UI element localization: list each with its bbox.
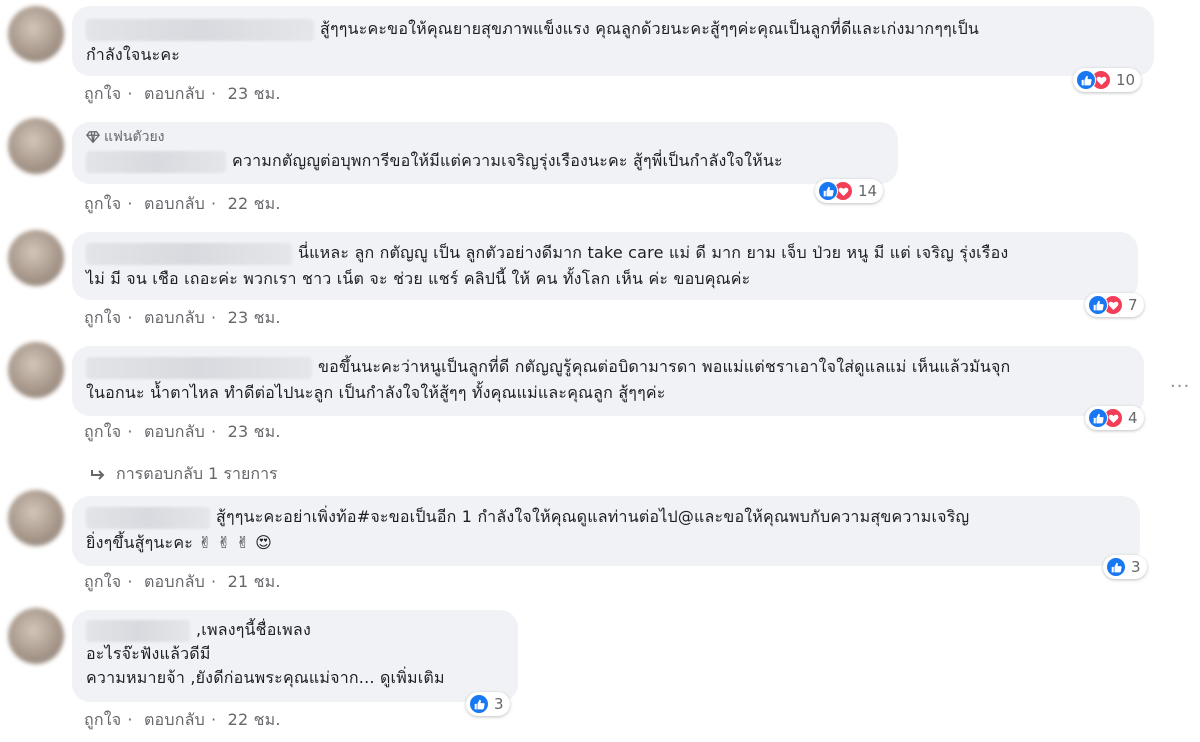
comment-bubble: สู้ๆๆนะคะอย่าเพิ่งท้อ#จะขอเป็นอีก 1 กำลั… bbox=[72, 496, 1140, 566]
reply-link[interactable]: ตอบกลับ bbox=[144, 84, 205, 103]
author-name[interactable] bbox=[86, 18, 314, 41]
avatar[interactable] bbox=[8, 608, 64, 664]
view-replies-label: การตอบกลับ 1 รายการ bbox=[116, 464, 278, 483]
comment-actions: ถูกใจ · ตอบกลับ · 22 ชม. bbox=[84, 194, 281, 213]
reply-link[interactable]: ตอบกลับ bbox=[144, 710, 205, 729]
timestamp[interactable]: 22 ชม. bbox=[228, 194, 281, 213]
badge-label: แฟนตัวยง bbox=[104, 129, 165, 145]
timestamp[interactable]: 23 ชม. bbox=[228, 308, 281, 327]
comment-text-line: กำลังใจนะคะ bbox=[86, 45, 181, 64]
diamond-icon bbox=[86, 131, 100, 144]
reaction-summary[interactable]: 3 bbox=[1103, 555, 1147, 579]
thumbs-up-icon bbox=[1076, 70, 1096, 90]
reply-link[interactable]: ตอบกลับ bbox=[144, 572, 205, 591]
comment-actions: ถูกใจ · ตอบกลับ · 22 ชม. bbox=[84, 710, 281, 729]
comment-actions: ถูกใจ · ตอบกลับ · 23 ชม. bbox=[84, 422, 281, 441]
reaction-summary[interactable]: 10 bbox=[1073, 68, 1142, 92]
like-link[interactable]: ถูกใจ bbox=[84, 84, 121, 103]
author-name[interactable] bbox=[86, 150, 226, 173]
heart-eyes-emoji: 😍 bbox=[255, 533, 272, 552]
reply-link[interactable]: ตอบกลับ bbox=[144, 194, 205, 213]
reaction-summary[interactable]: 14 bbox=[815, 179, 884, 203]
comment-text-line: สู้ๆๆนะคะขอให้คุณยายสุขภาพแข็งแรง คุณลูก… bbox=[320, 19, 980, 38]
timestamp[interactable]: 23 ชม. bbox=[228, 84, 281, 103]
comment-text-line: ไม่ มี จน เชือ เถอะค่ะ พวกเรา ชาว เน็ต จ… bbox=[86, 269, 751, 288]
timestamp[interactable]: 22 ชม. bbox=[228, 710, 281, 729]
avatar[interactable] bbox=[8, 342, 64, 398]
more-options-icon[interactable]: ··· bbox=[1170, 376, 1190, 397]
comment-text: ความกตัญญูต่อบุพการีขอให้มีแต่ความเจริญร… bbox=[86, 148, 884, 174]
comment-text-line: ยิ่งๆขึ้นสู้ๆนะคะ bbox=[86, 533, 194, 552]
avatar[interactable] bbox=[8, 490, 64, 546]
comment-actions: ถูกใจ · ตอบกลับ · 23 ชม. bbox=[84, 308, 281, 327]
victory-hand-emoji: ✌ bbox=[236, 533, 250, 552]
reply-link[interactable]: ตอบกลับ bbox=[144, 308, 205, 327]
comment-text-line: ขอขึ้นนะคะว่าหนูเป็นลูกที่ดี กตัญญูรู้คุ… bbox=[318, 357, 1011, 376]
reaction-count: 3 bbox=[494, 695, 504, 713]
avatar[interactable] bbox=[8, 118, 64, 174]
reaction-count: 10 bbox=[1116, 71, 1136, 89]
comment-text-line: อะไรจ๊ะฟังแล้วดีมี bbox=[86, 644, 211, 663]
like-link[interactable]: ถูกใจ bbox=[84, 572, 121, 591]
see-more-link[interactable]: ดูเพิ่มเติม bbox=[380, 668, 445, 687]
reaction-summary[interactable]: 7 bbox=[1085, 293, 1144, 317]
victory-hand-emoji: ✌ bbox=[198, 533, 212, 552]
thumbs-up-icon bbox=[1088, 408, 1108, 428]
comment-text-line: ในอกนะ น้ำตาไหล ทำดีต่อไปนะลูก เป็นกำลัง… bbox=[86, 383, 666, 402]
reaction-count: 14 bbox=[858, 182, 878, 200]
reaction-count: 7 bbox=[1128, 296, 1138, 314]
comment-text: ,เพลงๆนี้ชื่อเพลง อะไรจ๊ะฟังแล้วดีมี ควา… bbox=[86, 618, 504, 690]
comment-bubble: ,เพลงๆนี้ชื่อเพลง อะไรจ๊ะฟังแล้วดีมี ควา… bbox=[72, 610, 518, 702]
top-fan-badge: แฟนตัวยง bbox=[86, 128, 884, 146]
victory-hand-emoji: ✌ bbox=[217, 533, 231, 552]
view-replies-link[interactable]: การตอบกลับ 1 รายการ bbox=[90, 462, 278, 487]
author-name[interactable] bbox=[86, 506, 210, 529]
reaction-count: 4 bbox=[1128, 409, 1138, 427]
comment-bubble: ขอขึ้นนะคะว่าหนูเป็นลูกที่ดี กตัญญูรู้คุ… bbox=[72, 346, 1144, 416]
comment-actions: ถูกใจ · ตอบกลับ · 21 ชม. bbox=[84, 572, 281, 591]
thumbs-up-icon bbox=[1106, 557, 1126, 577]
reply-link[interactable]: ตอบกลับ bbox=[144, 422, 205, 441]
thumbs-up-icon bbox=[1088, 295, 1108, 315]
reaction-summary[interactable]: 4 bbox=[1085, 406, 1144, 430]
comment-text-line: ความกตัญญูต่อบุพการีขอให้มีแต่ความเจริญร… bbox=[232, 151, 783, 170]
comment-text-line: ความหมายจ้า ,ยังดีก่อนพระคุณแม่จาก... bbox=[86, 668, 375, 687]
like-link[interactable]: ถูกใจ bbox=[84, 194, 121, 213]
reply-arrow-icon bbox=[91, 469, 105, 480]
comment-text: ขอขึ้นนะคะว่าหนูเป็นลูกที่ดี กตัญญูรู้คุ… bbox=[86, 354, 1130, 406]
reaction-summary[interactable]: 3 bbox=[466, 692, 510, 716]
author-name[interactable] bbox=[86, 619, 190, 642]
comment-text-line: ,เพลงๆนี้ชื่อเพลง bbox=[196, 620, 311, 639]
comment-bubble: แฟนตัวยง ความกตัญญูต่อบุพการีขอให้มีแต่ค… bbox=[72, 122, 898, 184]
reaction-count: 3 bbox=[1131, 558, 1141, 576]
like-link[interactable]: ถูกใจ bbox=[84, 422, 121, 441]
comment-text: สู้ๆๆนะคะขอให้คุณยายสุขภาพแข็งแรง คุณลูก… bbox=[86, 16, 1140, 68]
timestamp[interactable]: 23 ชม. bbox=[228, 422, 281, 441]
comment-actions: ถูกใจ · ตอบกลับ · 23 ชม. bbox=[84, 84, 281, 103]
avatar[interactable] bbox=[8, 230, 64, 286]
comment-text-line: สู้ๆๆนะคะอย่าเพิ่งท้อ#จะขอเป็นอีก 1 กำลั… bbox=[216, 507, 970, 526]
timestamp[interactable]: 21 ชม. bbox=[228, 572, 281, 591]
thumbs-up-icon bbox=[818, 181, 838, 201]
like-link[interactable]: ถูกใจ bbox=[84, 308, 121, 327]
like-link[interactable]: ถูกใจ bbox=[84, 710, 121, 729]
avatar[interactable] bbox=[8, 6, 64, 62]
comment-text: สู้ๆๆนะคะอย่าเพิ่งท้อ#จะขอเป็นอีก 1 กำลั… bbox=[86, 504, 1126, 556]
comment-bubble: สู้ๆๆนะคะขอให้คุณยายสุขภาพแข็งแรง คุณลูก… bbox=[72, 6, 1154, 76]
comment-bubble: นี่แหละ ลูก กตัญญู เป็น ลูกตัวอย่างดีมาก… bbox=[72, 232, 1138, 300]
comment-text-line: นี่แหละ ลูก กตัญญู เป็น ลูกตัวอย่างดีมาก… bbox=[298, 243, 1009, 262]
author-name[interactable] bbox=[86, 356, 312, 379]
thumbs-up-icon bbox=[469, 694, 489, 714]
author-name[interactable] bbox=[86, 242, 292, 265]
comment-text: นี่แหละ ลูก กตัญญู เป็น ลูกตัวอย่างดีมาก… bbox=[86, 240, 1124, 292]
